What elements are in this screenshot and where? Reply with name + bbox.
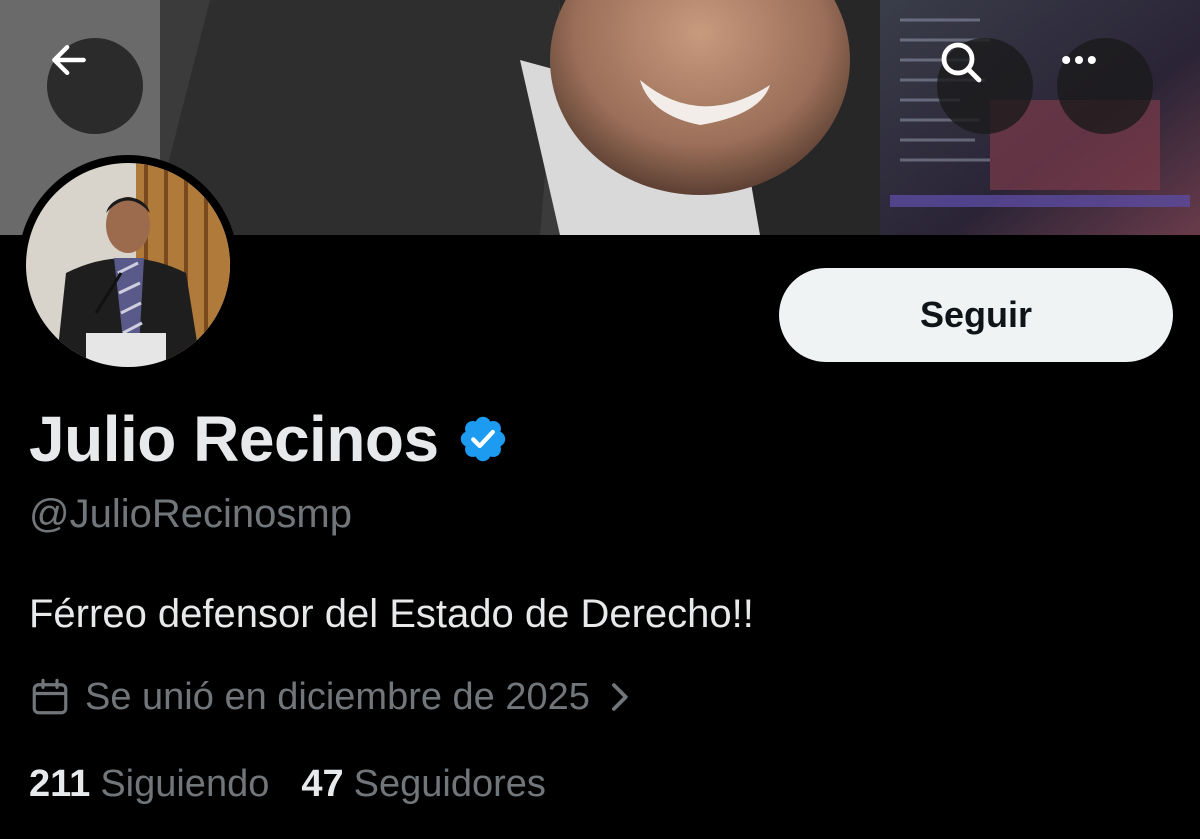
followers-label: Seguidores	[353, 762, 546, 805]
calendar-icon	[32, 678, 68, 715]
follow-button[interactable]: Seguir	[779, 268, 1173, 362]
joined-date: Se unió en diciembre de 2025	[85, 675, 590, 718]
followers-link[interactable]: 47 Seguidores	[301, 763, 546, 806]
followers-count: 47	[301, 762, 344, 805]
search-button[interactable]	[937, 38, 1033, 134]
display-name: Julio Recinos	[29, 403, 439, 475]
avatar-photo	[26, 163, 230, 367]
following-count: 211	[29, 762, 91, 805]
follow-stats: 211 Siguiendo 47 Seguidores	[29, 760, 546, 808]
more-options-button[interactable]	[1057, 38, 1153, 134]
name-row: Julio Recinos	[29, 400, 509, 478]
avatar[interactable]	[18, 155, 238, 375]
back-button[interactable]	[47, 38, 143, 134]
chevron-right-icon	[611, 683, 628, 711]
profile-bio: Férreo defensor del Estado de Derecho!!	[29, 592, 754, 636]
verified-badge-icon[interactable]	[457, 413, 509, 465]
more-horizontal-icon	[1062, 55, 1096, 65]
search-icon	[941, 42, 982, 83]
following-link[interactable]: 211 Siguiendo	[29, 763, 269, 806]
following-label: Siguiendo	[100, 762, 270, 805]
joined-date-row[interactable]: Se unió en diciembre de 2025	[29, 672, 632, 722]
arrow-left-icon	[52, 44, 86, 76]
user-handle: @JulioRecinosmp	[29, 492, 352, 536]
